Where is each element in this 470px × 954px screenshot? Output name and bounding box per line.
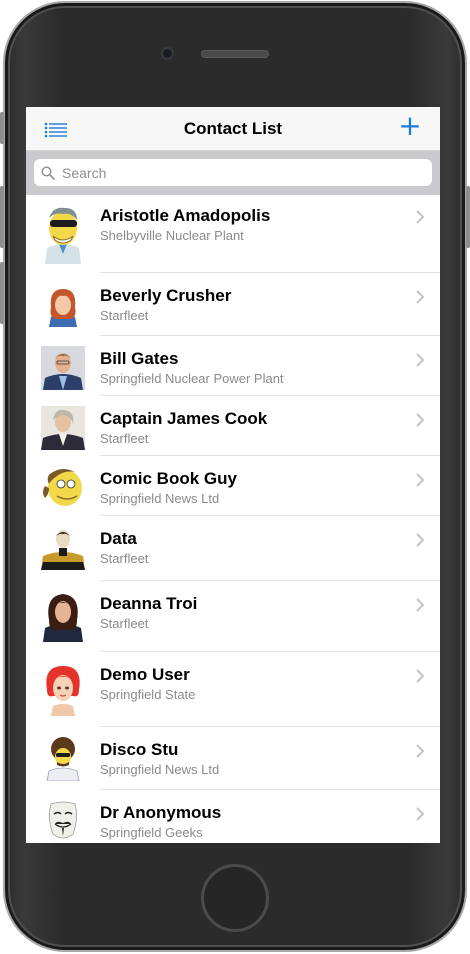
contact-name: Demo User — [100, 665, 190, 684]
avatar — [41, 800, 85, 843]
contact-name: Data — [100, 529, 137, 548]
contact-company: Springfield News Ltd — [100, 762, 220, 777]
chevron-right-icon — [416, 598, 425, 612]
chevron-right-icon — [416, 413, 425, 427]
contact-name: Deanna Troi — [100, 594, 198, 613]
front-camera — [161, 47, 174, 60]
contact-name: Bill Gates — [100, 349, 179, 368]
contact-company: Shelbyville Nuclear Plant — [100, 228, 244, 243]
avatar — [41, 526, 85, 570]
search-placeholder: Search — [62, 165, 107, 181]
contact-company: Springfield Nuclear Power Plant — [100, 371, 284, 386]
avatar — [41, 466, 85, 510]
avatar — [41, 664, 85, 716]
search-input[interactable]: Search — [34, 159, 432, 186]
contact-company: Starfleet — [100, 431, 149, 446]
chevron-right-icon — [416, 533, 425, 547]
avatar — [41, 590, 85, 642]
contact-company: Springfield News Ltd — [100, 491, 220, 506]
search-bar: Search — [26, 151, 440, 195]
contact-row[interactable]: Beverly Crusher Starfleet — [26, 273, 440, 336]
volume-down-button — [0, 262, 4, 324]
contact-name: Captain James Cook — [100, 409, 268, 428]
contact-company: Starfleet — [100, 551, 149, 566]
app-screen: Contact List + Search Aristotle Amadopol — [26, 107, 440, 843]
avatar — [41, 204, 85, 264]
page-title: Contact List — [183, 119, 283, 138]
chevron-right-icon — [416, 473, 425, 487]
avatar — [41, 406, 85, 450]
contact-company: Springfield State — [100, 687, 196, 702]
contact-company: Springfield Geeks — [100, 825, 203, 840]
contact-name: Beverly Crusher — [100, 286, 232, 305]
search-icon — [41, 166, 55, 180]
avatar — [41, 346, 85, 390]
contact-row[interactable]: Captain James Cook Starfleet — [26, 396, 440, 456]
contact-row[interactable]: Demo User Springfield State — [26, 652, 440, 727]
contact-row[interactable]: Bill Gates Springfield Nuclear Power Pla… — [26, 336, 440, 396]
contact-name: Aristotle Amadopolis — [100, 206, 271, 225]
chevron-right-icon — [416, 669, 425, 683]
add-contact-button[interactable]: + — [398, 111, 422, 141]
contact-row[interactable]: Deanna Troi Starfleet — [26, 581, 440, 652]
chevron-right-icon — [416, 290, 425, 304]
contact-row[interactable]: Aristotle Amadopolis Shelbyville Nuclear… — [26, 195, 440, 273]
volume-up-button — [0, 186, 4, 248]
contact-name: Dr Anonymous — [100, 803, 222, 822]
contact-row[interactable]: Comic Book Guy Springfield News Ltd — [26, 456, 440, 516]
contact-company: Starfleet — [100, 308, 149, 323]
chevron-right-icon — [416, 353, 425, 367]
avatar — [41, 737, 85, 781]
chevron-right-icon — [416, 807, 425, 821]
contact-company: Starfleet — [100, 616, 149, 631]
contact-row[interactable]: Data Starfleet — [26, 516, 440, 581]
contact-name: Disco Stu — [100, 740, 179, 759]
chevron-right-icon — [416, 210, 425, 224]
home-button[interactable] — [201, 864, 269, 932]
contact-row[interactable]: Disco Stu Springfield News Ltd — [26, 727, 440, 790]
mute-switch — [0, 112, 4, 144]
avatar — [41, 283, 85, 327]
contact-name: Comic Book Guy — [100, 469, 237, 488]
contact-row[interactable]: Dr Anonymous Springfield Geeks — [26, 790, 440, 843]
chevron-right-icon — [416, 744, 425, 758]
earpiece-speaker — [201, 50, 269, 58]
navigation-bar: Contact List + — [26, 107, 440, 151]
power-button — [466, 186, 470, 248]
